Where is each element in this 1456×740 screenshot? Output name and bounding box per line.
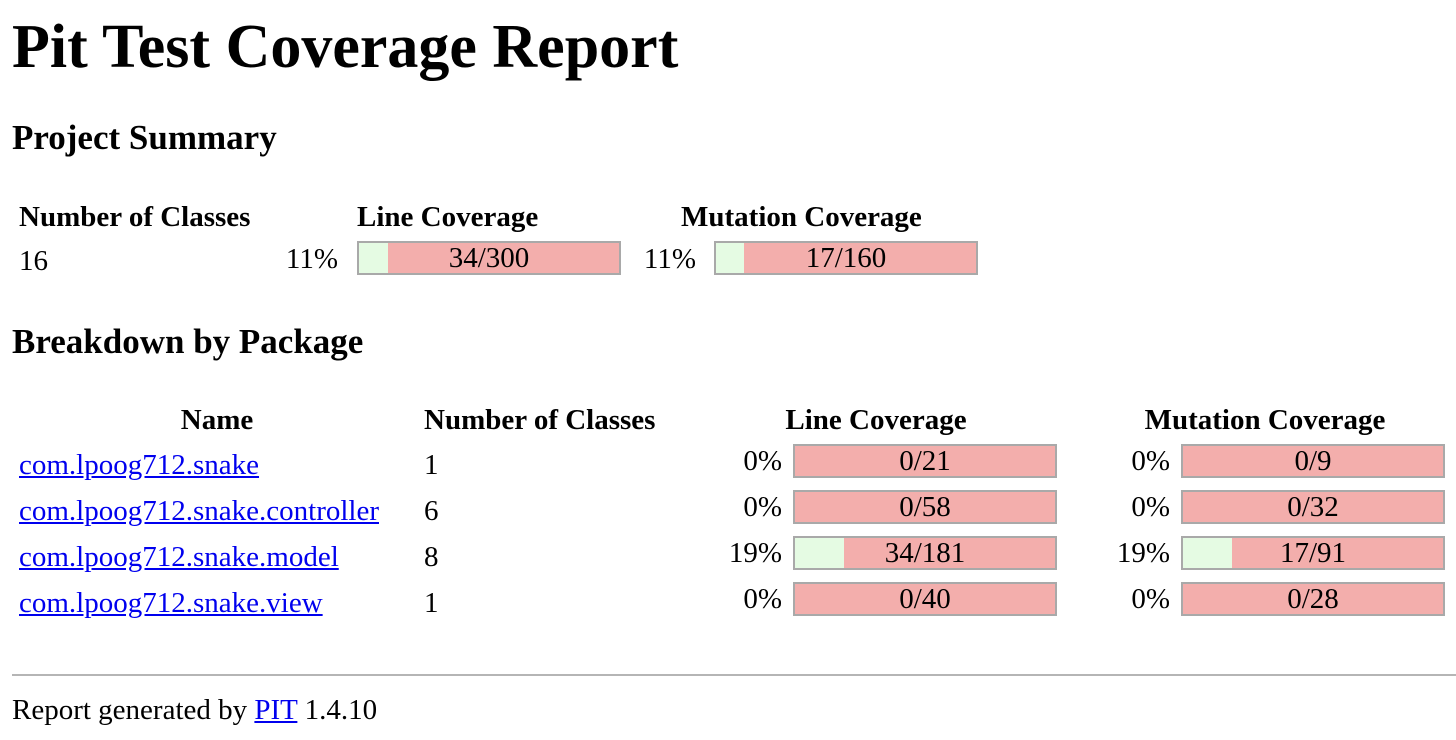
package-header-classes: Number of Classes [424,404,656,436]
package-header-mutation-coverage: Mutation Coverage [1144,404,1386,436]
package-mutation-coverage-bar: 17/91 [1181,536,1445,570]
footer-divider [12,674,1456,676]
project-summary-heading: Project Summary [12,118,277,157]
package-classes-count: 1 [424,587,439,619]
summary-line-coverage-bar: 34/300 [357,241,621,275]
package-classes-count: 1 [424,449,439,481]
pit-link[interactable]: PIT [254,694,297,726]
summary-classes-value: 16 [19,245,48,277]
summary-mutation-coverage-bar: 17/160 [714,241,978,275]
package-line-coverage-bar: 34/181 [793,536,1057,570]
package-header-line-coverage: Line Coverage [785,404,967,436]
package-mutation-percent: 0% [1131,491,1170,523]
package-mutation-coverage-bar: 0/32 [1181,490,1445,524]
package-link-snake[interactable]: com.lpoog712.snake [19,451,259,480]
summary-mutation-ratio: 17/160 [805,242,887,274]
package-mutation-percent: 0% [1131,445,1170,477]
package-link-snake-view[interactable]: com.lpoog712.snake.view [19,589,323,618]
package-mutation-ratio: 0/28 [1287,583,1339,615]
summary-header-mutation-coverage: Mutation Coverage [681,201,922,233]
package-line-percent: 0% [743,445,782,477]
package-line-ratio: 0/58 [899,491,951,523]
package-classes-count: 8 [424,541,439,573]
footer: Report generated by PIT 1.4.10 [12,696,377,725]
footer-version: 1.4.10 [304,694,378,726]
package-classes-count: 6 [424,495,439,527]
package-mutation-percent: 0% [1131,583,1170,615]
package-header-name: Name [180,404,254,436]
package-line-percent: 19% [728,537,782,569]
package-line-ratio: 0/40 [899,583,951,615]
package-link-snake-model[interactable]: com.lpoog712.snake.model [19,543,339,572]
package-mutation-coverage-bar: 0/28 [1181,582,1445,616]
summary-line-ratio: 34/300 [448,242,530,274]
package-mutation-ratio: 0/9 [1294,445,1332,477]
footer-prefix: Report generated by [12,694,248,726]
package-line-coverage-bar: 0/21 [793,444,1057,478]
package-mutation-ratio: 17/91 [1279,537,1347,569]
package-link-snake-controller[interactable]: com.lpoog712.snake.controller [19,497,379,526]
package-mutation-coverage-bar: 0/9 [1181,444,1445,478]
summary-header-classes: Number of Classes [19,201,251,233]
page-title: Pit Test Coverage Report [12,13,679,81]
summary-mutation-percent: 11% [643,243,696,275]
package-mutation-percent: 19% [1116,537,1170,569]
package-line-percent: 0% [743,583,782,615]
package-line-coverage-bar: 0/58 [793,490,1057,524]
breakdown-heading: Breakdown by Package [12,322,364,361]
summary-line-percent: 11% [285,243,338,275]
package-line-ratio: 0/21 [899,445,951,477]
summary-header-line-coverage: Line Coverage [357,201,539,233]
package-line-coverage-bar: 0/40 [793,582,1057,616]
package-line-percent: 0% [743,491,782,523]
package-line-ratio: 34/181 [884,537,966,569]
package-mutation-ratio: 0/32 [1287,491,1339,523]
